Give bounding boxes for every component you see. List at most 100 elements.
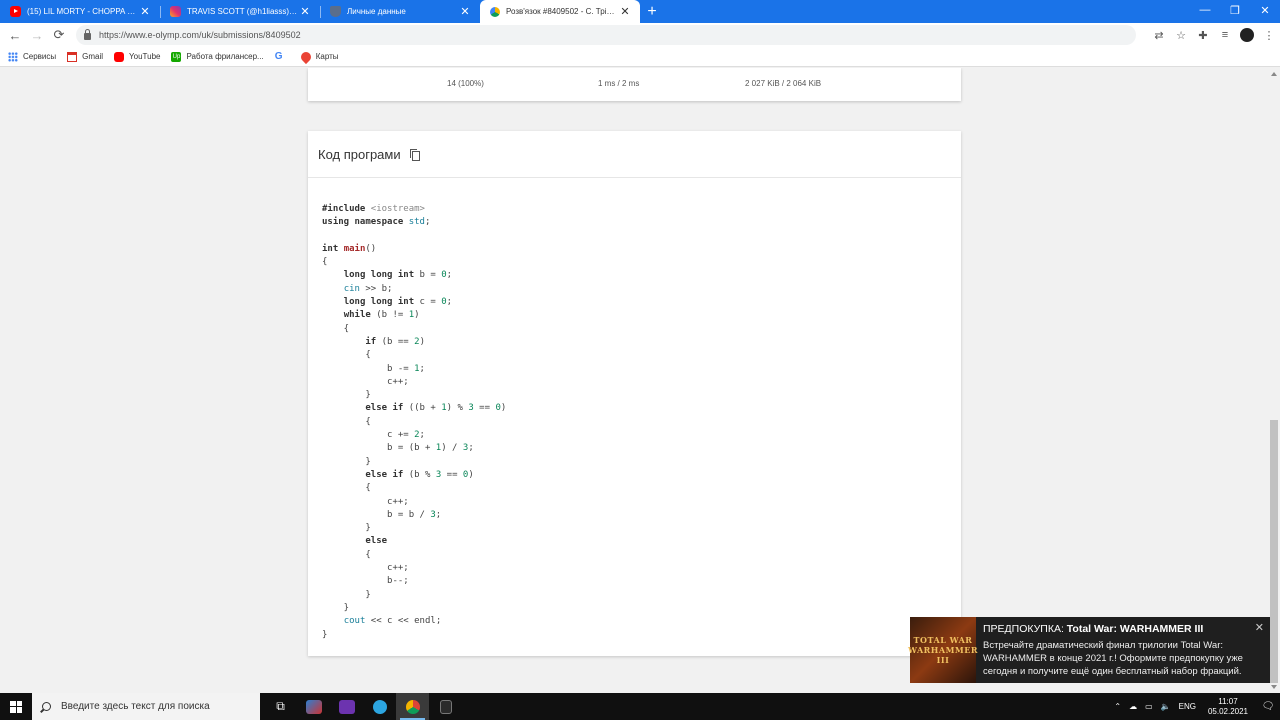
bookmark-google[interactable]: G bbox=[274, 50, 290, 62]
tests-passed: 14 (100%) bbox=[447, 79, 484, 88]
close-icon[interactable]: ✕ bbox=[458, 5, 472, 18]
tab-personal-data[interactable]: Личные данные ✕ bbox=[320, 0, 480, 23]
taskbar-app-photo[interactable] bbox=[297, 693, 330, 720]
bookmark-label: YouTube bbox=[129, 52, 161, 61]
close-icon[interactable]: ✕ bbox=[618, 5, 632, 18]
bookmark-label: Карты bbox=[315, 52, 339, 61]
bookmark-maps[interactable]: Карты bbox=[298, 49, 339, 64]
media-queue-icon[interactable]: ≡ bbox=[1214, 24, 1236, 46]
upwork-icon: Up bbox=[171, 51, 182, 62]
taskbar-search[interactable]: Введите здесь текст для поиска bbox=[32, 693, 260, 720]
time-used: 1 ms / 2 ms bbox=[598, 79, 640, 88]
photos-app-icon bbox=[305, 699, 322, 714]
bookmark-upwork[interactable]: Up Работа фрилансер... bbox=[171, 51, 264, 62]
task-view-button[interactable]: ⧉ bbox=[264, 693, 297, 720]
close-icon[interactable]: ✕ bbox=[298, 5, 312, 18]
forward-button[interactable]: → bbox=[26, 24, 48, 46]
taskbar-app-visual-studio[interactable] bbox=[330, 693, 363, 720]
scroll-down-arrow-icon[interactable] bbox=[1271, 685, 1277, 689]
clock-time: 11:07 bbox=[1218, 696, 1238, 706]
cloud-icon[interactable]: ☁ bbox=[1125, 702, 1141, 711]
clock[interactable]: 11:07 05.02.2021 bbox=[1200, 697, 1256, 717]
shield-icon bbox=[330, 6, 341, 17]
maximize-button[interactable]: ❐ bbox=[1220, 0, 1250, 20]
game-logo: TOTAL WAR WARHAMMER III bbox=[907, 617, 979, 683]
search-icon bbox=[42, 702, 51, 711]
bookmark-gmail[interactable]: Gmail bbox=[67, 51, 104, 62]
bookmarks-bar: Сервисы Gmail YouTube Up Работа фрилансер… bbox=[0, 47, 1280, 67]
profile-avatar[interactable] bbox=[1236, 24, 1258, 46]
bookmark-label: Работа фрилансер... bbox=[186, 52, 264, 61]
chevron-up-icon[interactable]: ⌃ bbox=[1110, 702, 1125, 711]
taskbar-app-chrome[interactable] bbox=[396, 693, 429, 720]
browser-toolbar: ← → ⟳ https://www.e-olymp.com/uk/submiss… bbox=[0, 23, 1280, 47]
notification-center-icon[interactable]: 🗨 bbox=[1256, 701, 1280, 712]
minimize-button[interactable]: — bbox=[1190, 0, 1220, 20]
tab-instagram[interactable]: TRAVIS SCOTT (@h1liasss) • Фото ✕ bbox=[160, 0, 320, 23]
tab-submission[interactable]: Розв'язок #8409502 - С. Трійка ✕ bbox=[480, 0, 640, 23]
copy-icon[interactable] bbox=[409, 148, 420, 161]
visual-studio-icon bbox=[338, 699, 355, 714]
telegram-icon bbox=[372, 699, 387, 714]
tab-title: Личные данные bbox=[347, 7, 406, 16]
notification-title-prefix: ПРЕДПОКУПКА: bbox=[983, 623, 1064, 635]
start-button[interactable] bbox=[0, 693, 32, 720]
tab-title: (15) LIL MORTY - CHOPPA CITY bbox=[27, 7, 138, 16]
search-placeholder: Введите здесь текст для поиска bbox=[61, 701, 210, 712]
code-card-header: Код програми bbox=[308, 131, 961, 178]
tab-title: TRAVIS SCOTT (@h1liasss) • Фото bbox=[187, 7, 298, 16]
notification-text: Встречайте драматический финал трилогии … bbox=[983, 640, 1243, 677]
maps-icon bbox=[298, 49, 313, 64]
gmail-icon bbox=[67, 51, 78, 62]
scroll-up-arrow-icon[interactable] bbox=[1271, 72, 1277, 76]
taskbar-app-epic-games[interactable] bbox=[429, 693, 462, 720]
bookmark-apps[interactable]: Сервисы bbox=[8, 51, 57, 62]
lock-icon bbox=[84, 28, 91, 40]
warhammer-logo: TOTAL WAR WARHAMMER III bbox=[907, 635, 979, 665]
google-icon: G bbox=[274, 50, 283, 62]
taskbar-app-telegram[interactable] bbox=[363, 693, 396, 720]
chrome-icon bbox=[405, 699, 420, 714]
memory-used: 2 027 KiB / 2 064 KiB bbox=[745, 79, 822, 88]
bookmark-label: Сервисы bbox=[23, 52, 57, 61]
apps-icon bbox=[8, 51, 18, 62]
window-controls: — ❐ ✕ bbox=[1190, 0, 1280, 23]
youtube-icon bbox=[10, 6, 21, 17]
epic-games-icon bbox=[439, 699, 452, 714]
network-icon[interactable]: ▭ bbox=[1141, 702, 1157, 711]
tab-title: Розв'язок #8409502 - С. Трійка bbox=[506, 7, 618, 16]
submission-stats-card: 14 (100%) 1 ms / 2 ms 2 027 KiB / 2 064 … bbox=[308, 68, 961, 101]
volume-icon[interactable]: 🔈 bbox=[1157, 702, 1175, 711]
page-content: 14 (100%) 1 ms / 2 ms 2 027 KiB / 2 064 … bbox=[0, 68, 1268, 693]
code-card-title: Код програми bbox=[318, 146, 401, 162]
tab-youtube[interactable]: (15) LIL MORTY - CHOPPA CITY ✕ bbox=[0, 0, 160, 23]
input-language[interactable]: ENG bbox=[1175, 702, 1200, 711]
instagram-icon bbox=[170, 6, 181, 17]
clock-date: 05.02.2021 bbox=[1207, 706, 1248, 716]
system-tray: ⌃ ☁ ▭ 🔈 ENG 11:07 05.02.2021 🗨 bbox=[1110, 693, 1280, 720]
page-scrollbar[interactable] bbox=[1268, 68, 1280, 693]
translate-icon[interactable]: ⇄ bbox=[1148, 24, 1170, 46]
store-notification[interactable]: TOTAL WAR WARHAMMER III ПРЕДПОКУПКА: Total… bbox=[907, 617, 1270, 683]
task-view-icon: ⧉ bbox=[276, 699, 285, 713]
menu-kebab-icon[interactable]: ⋮ bbox=[1258, 24, 1280, 46]
back-button[interactable]: ← bbox=[4, 24, 26, 46]
close-icon[interactable]: ✕ bbox=[138, 5, 152, 18]
tab-strip: (15) LIL MORTY - CHOPPA CITY ✕ TRAVIS SC… bbox=[0, 0, 1280, 23]
new-tab-button[interactable]: + bbox=[640, 0, 664, 23]
program-code-card: Код програми #include <iostream> using n… bbox=[308, 131, 961, 656]
close-window-button[interactable]: ✕ bbox=[1250, 0, 1280, 20]
bookmark-star-icon[interactable]: ☆ bbox=[1170, 24, 1192, 46]
source-code[interactable]: #include <iostream> using namespace std;… bbox=[322, 203, 506, 642]
bookmark-label: Gmail bbox=[82, 52, 104, 61]
extensions-icon[interactable]: ✚ bbox=[1192, 24, 1214, 46]
youtube-icon bbox=[114, 51, 125, 62]
notification-title: ПРЕДПОКУПКА: Total War: WARHAMMER III bbox=[983, 623, 1262, 635]
reload-button[interactable]: ⟳ bbox=[48, 24, 70, 46]
address-bar[interactable]: https://www.e-olymp.com/uk/submissions/8… bbox=[76, 25, 1136, 45]
notification-game-name: Total War: WARHAMMER III bbox=[1066, 623, 1204, 635]
windows-logo-icon bbox=[10, 700, 22, 713]
scroll-thumb[interactable] bbox=[1270, 420, 1278, 683]
close-icon[interactable]: ✕ bbox=[1255, 621, 1264, 634]
bookmark-youtube[interactable]: YouTube bbox=[114, 51, 161, 62]
